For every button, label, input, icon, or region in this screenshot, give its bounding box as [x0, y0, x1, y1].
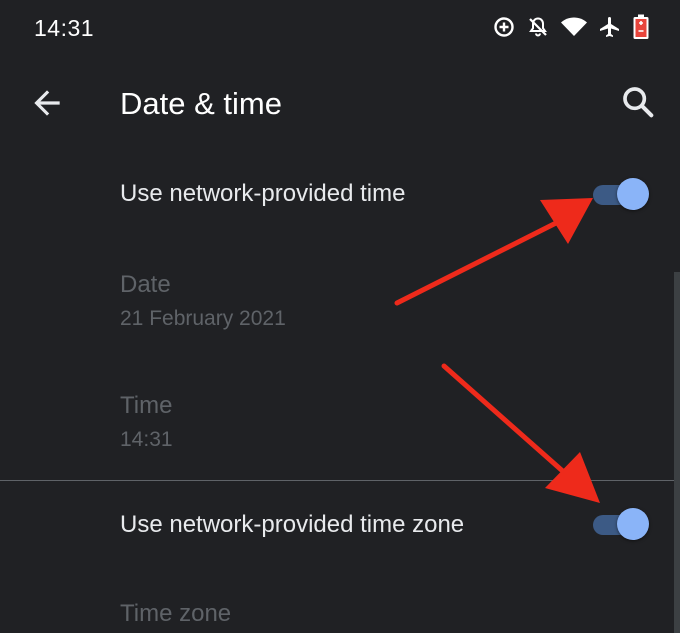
- notifications-off-icon: [526, 15, 550, 39]
- date-label: Date: [120, 271, 171, 298]
- setting-network-time[interactable]: Use network-provided time: [0, 150, 680, 240]
- page-title: Date & time: [120, 86, 282, 121]
- network-time-label: Use network-provided time: [120, 180, 406, 207]
- search-button[interactable]: [618, 82, 658, 122]
- network-time-zone-label: Use network-provided time zone: [120, 511, 465, 538]
- setting-time-zone: Time zone: [0, 580, 680, 633]
- setting-time: Time 14:31: [0, 372, 680, 472]
- time-value: 14:31: [120, 428, 173, 451]
- date-value: 21 February 2021: [120, 307, 286, 330]
- wifi-icon: [560, 15, 588, 39]
- time-zone-label: Time zone: [120, 600, 232, 627]
- time-label: Time: [120, 392, 173, 419]
- setting-network-time-zone[interactable]: Use network-provided time zone: [0, 481, 680, 571]
- toggle-thumb: [617, 508, 649, 540]
- toggle-thumb: [617, 178, 649, 210]
- app-bar: Date & time: [0, 58, 680, 150]
- status-icons: [492, 14, 650, 40]
- search-icon: [623, 87, 654, 118]
- status-bar: 14:31: [0, 0, 680, 58]
- arrow-back-icon: [34, 90, 60, 116]
- network-time-zone-toggle[interactable]: [593, 507, 649, 541]
- airplane-icon: [598, 15, 622, 39]
- status-time: 14:31: [34, 15, 95, 41]
- scrollbar[interactable]: [674, 272, 680, 633]
- network-time-toggle[interactable]: [593, 177, 649, 211]
- battery-saver-icon: [632, 14, 650, 40]
- back-button[interactable]: [28, 84, 66, 122]
- data-saver-icon: [492, 15, 516, 39]
- setting-date: Date 21 February 2021: [0, 250, 680, 350]
